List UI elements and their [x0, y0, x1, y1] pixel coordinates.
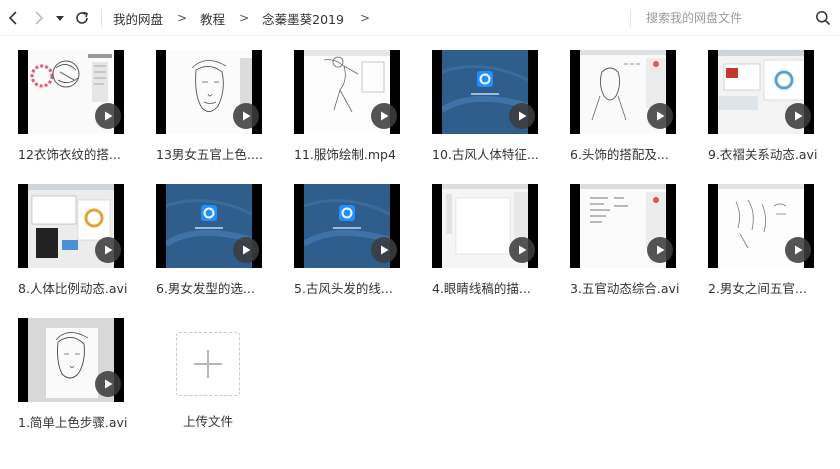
refresh-icon: [76, 11, 88, 24]
play-icon: [657, 245, 665, 255]
video-thumbnail: [18, 184, 124, 268]
play-button[interactable]: [95, 237, 121, 263]
video-file-item[interactable]: 6.男女发型的选...: [156, 184, 276, 302]
plus-icon: [194, 350, 222, 378]
play-button[interactable]: [509, 237, 535, 263]
play-button[interactable]: [371, 103, 397, 129]
file-name: 4.眼睛线稿的描...: [432, 281, 531, 296]
play-icon: [519, 245, 527, 255]
video-file-item[interactable]: 11.服饰绘制.mp4: [294, 50, 414, 168]
video-file-item[interactable]: 9.衣褶关系动态.avi: [708, 50, 828, 168]
play-icon: [243, 111, 251, 121]
upload-file-tile[interactable]: 上传文件: [176, 332, 296, 450]
play-icon: [381, 111, 389, 121]
upload-button[interactable]: [176, 332, 240, 396]
play-button[interactable]: [785, 237, 811, 263]
video-file-item[interactable]: 10.古风人体特征...: [432, 50, 552, 168]
video-thumbnail: [294, 184, 400, 268]
file-name: 10.古风人体特征...: [432, 147, 539, 162]
play-button[interactable]: [371, 237, 397, 263]
video-thumbnail: [570, 184, 676, 268]
toolbar-divider: [101, 9, 102, 27]
video-file-item[interactable]: 12衣饰衣纹的搭...: [18, 50, 138, 168]
play-icon: [795, 111, 803, 121]
chevron-left-icon: [8, 11, 17, 25]
play-icon: [657, 111, 665, 121]
play-button[interactable]: [785, 103, 811, 129]
play-button[interactable]: [647, 103, 673, 129]
play-button[interactable]: [509, 103, 535, 129]
play-button[interactable]: [647, 237, 673, 263]
video-file-item[interactable]: 13男女五官上色....: [156, 50, 276, 168]
breadcrumb-separator[interactable]: >: [360, 11, 370, 25]
search-divider: [630, 9, 631, 27]
video-thumbnail: [570, 50, 676, 134]
play-button[interactable]: [233, 237, 259, 263]
play-button[interactable]: [95, 371, 121, 397]
video-thumbnail: [18, 318, 124, 402]
back-button[interactable]: [2, 6, 24, 30]
video-file-item[interactable]: 3.五官动态综合.avi: [570, 184, 690, 302]
breadcrumb: 我的网盘 > 教程 > 念蓁墨葵2019 >: [113, 0, 383, 36]
file-name: 2.男女之间五官...: [708, 281, 807, 296]
video-thumbnail: [294, 50, 400, 134]
video-file-item[interactable]: 5.古风头发的线...: [294, 184, 414, 302]
breadcrumb-item-current[interactable]: 念蓁墨葵2019: [262, 9, 344, 28]
video-thumbnail: [156, 184, 262, 268]
chevron-right-icon: [35, 11, 44, 25]
play-icon: [381, 245, 389, 255]
video-thumbnail: [432, 50, 538, 134]
video-thumbnail: [432, 184, 538, 268]
play-icon: [105, 245, 113, 255]
file-name: 1.简单上色步骤.avi: [18, 415, 128, 430]
file-name: 6.头饰的搭配及...: [570, 147, 669, 162]
play-button[interactable]: [233, 103, 259, 129]
video-thumbnail: [708, 184, 814, 268]
file-name: 11.服饰绘制.mp4: [294, 147, 396, 162]
search-input[interactable]: [646, 8, 806, 28]
video-file-item[interactable]: 6.头饰的搭配及...: [570, 50, 690, 168]
breadcrumb-item-root[interactable]: 我的网盘: [113, 9, 163, 28]
search-box: [646, 0, 840, 36]
file-name: 5.古风头发的线...: [294, 281, 393, 296]
play-icon: [105, 379, 113, 389]
video-file-item[interactable]: 4.眼睛线稿的描...: [432, 184, 552, 302]
forward-button[interactable]: [28, 6, 50, 30]
file-name: 3.五官动态综合.avi: [570, 281, 680, 296]
refresh-button[interactable]: [71, 6, 93, 30]
video-file-item[interactable]: 8.人体比例动态.avi: [18, 184, 138, 302]
caret-down-icon: [56, 16, 64, 21]
file-name: 9.衣褶关系动态.avi: [708, 147, 818, 162]
file-name: 8.人体比例动态.avi: [18, 281, 128, 296]
video-file-item[interactable]: 2.男女之间五官...: [708, 184, 828, 302]
play-icon: [519, 111, 527, 121]
file-name: 12衣饰衣纹的搭...: [18, 147, 121, 162]
breadcrumb-separator: >: [239, 11, 250, 25]
breadcrumb-separator: >: [177, 11, 188, 25]
history-dropdown-button[interactable]: [52, 6, 68, 30]
upload-label: 上传文件: [182, 414, 233, 429]
search-icon[interactable]: [815, 10, 831, 26]
play-icon: [105, 111, 113, 121]
play-button[interactable]: [95, 103, 121, 129]
file-name: 6.男女发型的选...: [156, 281, 255, 296]
video-file-item[interactable]: 1.简单上色步骤.avi: [18, 318, 138, 436]
play-icon: [243, 245, 251, 255]
breadcrumb-item-tutorials[interactable]: 教程: [200, 9, 225, 28]
play-icon: [795, 245, 803, 255]
video-thumbnail: [18, 50, 124, 134]
video-thumbnail: [156, 50, 262, 134]
file-name: 13男女五官上色....: [156, 147, 263, 162]
top-toolbar: 我的网盘 > 教程 > 念蓁墨葵2019 >: [0, 0, 840, 36]
video-thumbnail: [708, 50, 814, 134]
